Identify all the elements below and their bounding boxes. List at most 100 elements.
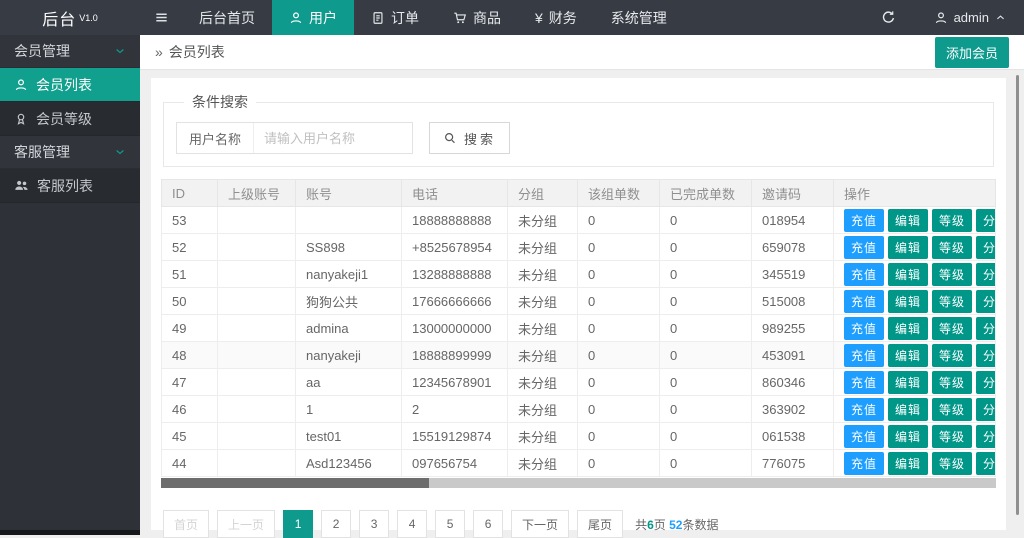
action-edit-button[interactable]: 编辑 [888,398,928,421]
action-level-button[interactable]: 等级 [932,290,972,313]
action-level-button[interactable]: 等级 [932,425,972,448]
nav-item-users[interactable]: 用户 [272,0,354,35]
nav-item-label: 商品 [473,8,501,28]
action-group-button[interactable]: 分组 [976,263,995,286]
action-recharge-button[interactable]: 充值 [844,452,884,475]
search-button-label: 搜索 [464,129,496,148]
page-title: 会员列表 [169,42,225,62]
cell-actions: 充值编辑等级分组禁用 [834,288,996,315]
username: admin [954,10,989,25]
next-page-button[interactable]: 下一页 [511,510,569,538]
refresh-icon [881,10,896,25]
action-recharge-button[interactable]: 充值 [844,425,884,448]
nav-item-system[interactable]: 系统管理 [594,0,684,35]
action-level-button[interactable]: 等级 [932,398,972,421]
search-panel: 条件搜索 用户名称 搜索 [163,92,994,167]
table-row: 47aa12345678901未分组00860346充值编辑等级分组禁用 [162,369,996,396]
page-number-button[interactable]: 3 [359,510,389,538]
nav-item-goods[interactable]: 商品 [436,0,518,35]
action-edit-button[interactable]: 编辑 [888,344,928,367]
cell-id: 51 [162,261,218,288]
sidebar-item-member-level[interactable]: 会员等级 [0,102,140,136]
action-group-button[interactable]: 分组 [976,344,995,367]
nav-item-finance[interactable]: ¥财务 [518,0,594,35]
action-edit-button[interactable]: 编辑 [888,236,928,259]
horizontal-scrollbar-thumb[interactable] [161,478,429,488]
column-header: 电话 [402,180,508,207]
action-recharge-button[interactable]: 充值 [844,371,884,394]
cell-phone: +8525678954 [402,234,508,261]
action-edit-button[interactable]: 编辑 [888,371,928,394]
action-group-button[interactable]: 分组 [976,209,995,232]
action-recharge-button[interactable]: 充值 [844,317,884,340]
action-group-button[interactable]: 分组 [976,452,995,475]
prev-page-button[interactable]: 上一页 [217,510,275,538]
cell-invite_code: 860346 [752,369,834,396]
user-menu[interactable]: admin [916,0,1024,35]
cell-invite_code: 363902 [752,396,834,423]
sidebar-item-customer-service-list[interactable]: 客服列表 [0,169,140,203]
action-edit-button[interactable]: 编辑 [888,317,928,340]
page-number-button[interactable]: 6 [473,510,503,538]
breadcrumb-marker: » [155,44,163,60]
action-edit-button[interactable]: 编辑 [888,425,928,448]
action-recharge-button[interactable]: 充值 [844,263,884,286]
search-button[interactable]: 搜索 [429,122,510,154]
cell-group_orders: 0 [578,450,660,477]
cell-account: 狗狗公共 [296,288,402,315]
horizontal-scrollbar-track[interactable] [161,478,996,488]
last-page-button[interactable]: 尾页 [577,510,623,538]
action-recharge-button[interactable]: 充值 [844,290,884,313]
action-group-button[interactable]: 分组 [976,236,995,259]
sidebar-group-customer-service-management[interactable]: 客服管理 [0,136,140,169]
action-group-button[interactable]: 分组 [976,398,995,421]
page-number-button[interactable]: 1 [283,510,313,538]
action-level-button[interactable]: 等级 [932,236,972,259]
chevron-down-icon [114,146,126,158]
action-level-button[interactable]: 等级 [932,344,972,367]
cell-phone: 15519129874 [402,423,508,450]
action-level-button[interactable]: 等级 [932,209,972,232]
sidebar-group-member-management[interactable]: 会员管理 [0,35,140,68]
action-group-button[interactable]: 分组 [976,290,995,313]
table-row: 44Asd123456097656754未分组00776075充值编辑等级分组禁… [162,450,996,477]
cell-phone: 2 [402,396,508,423]
action-recharge-button[interactable]: 充值 [844,236,884,259]
page-number-button[interactable]: 4 [397,510,427,538]
action-level-button[interactable]: 等级 [932,263,972,286]
action-group-button[interactable]: 分组 [976,425,995,448]
action-recharge-button[interactable]: 充值 [844,398,884,421]
action-level-button[interactable]: 等级 [932,317,972,340]
action-group-button[interactable]: 分组 [976,317,995,340]
cell-id: 52 [162,234,218,261]
cell-invite_code: 776075 [752,450,834,477]
action-edit-button[interactable]: 编辑 [888,209,928,232]
action-edit-button[interactable]: 编辑 [888,263,928,286]
action-recharge-button[interactable]: 充值 [844,344,884,367]
first-page-button[interactable]: 首页 [163,510,209,538]
cell-completed_orders: 0 [660,234,752,261]
sidebar-collapse-button[interactable] [140,0,182,35]
page-number-button[interactable]: 5 [435,510,465,538]
pagination: 首页上一页123456下一页尾页共6页 52条数据 [163,510,996,538]
cell-actions: 充值编辑等级分组禁用 [834,423,996,450]
add-member-button[interactable]: 添加会员 [935,37,1009,68]
page-number-button[interactable]: 2 [321,510,351,538]
action-level-button[interactable]: 等级 [932,452,972,475]
action-recharge-button[interactable]: 充值 [844,209,884,232]
cell-completed_orders: 0 [660,288,752,315]
action-level-button[interactable]: 等级 [932,371,972,394]
action-group-button[interactable]: 分组 [976,371,995,394]
username-field-label: 用户名称 [177,123,254,153]
action-edit-button[interactable]: 编辑 [888,452,928,475]
cell-actions: 充值编辑等级分组禁用 [834,450,996,477]
sidebar-item-member-list[interactable]: 会员列表 [0,68,140,102]
username-input[interactable] [254,123,412,153]
vertical-scrollbar-thumb[interactable] [1016,75,1019,515]
nav-item-home[interactable]: 后台首页 [182,0,272,35]
refresh-button[interactable] [861,0,916,35]
action-edit-button[interactable]: 编辑 [888,290,928,313]
nav-item-orders[interactable]: 订单 [354,0,436,35]
main-nav: 后台首页用户订单 商品 ¥财务系统管理 [182,0,684,35]
members-table: ID上级账号账号电话分组该组单数已完成单数邀请码操作 5318888888888… [161,179,996,477]
